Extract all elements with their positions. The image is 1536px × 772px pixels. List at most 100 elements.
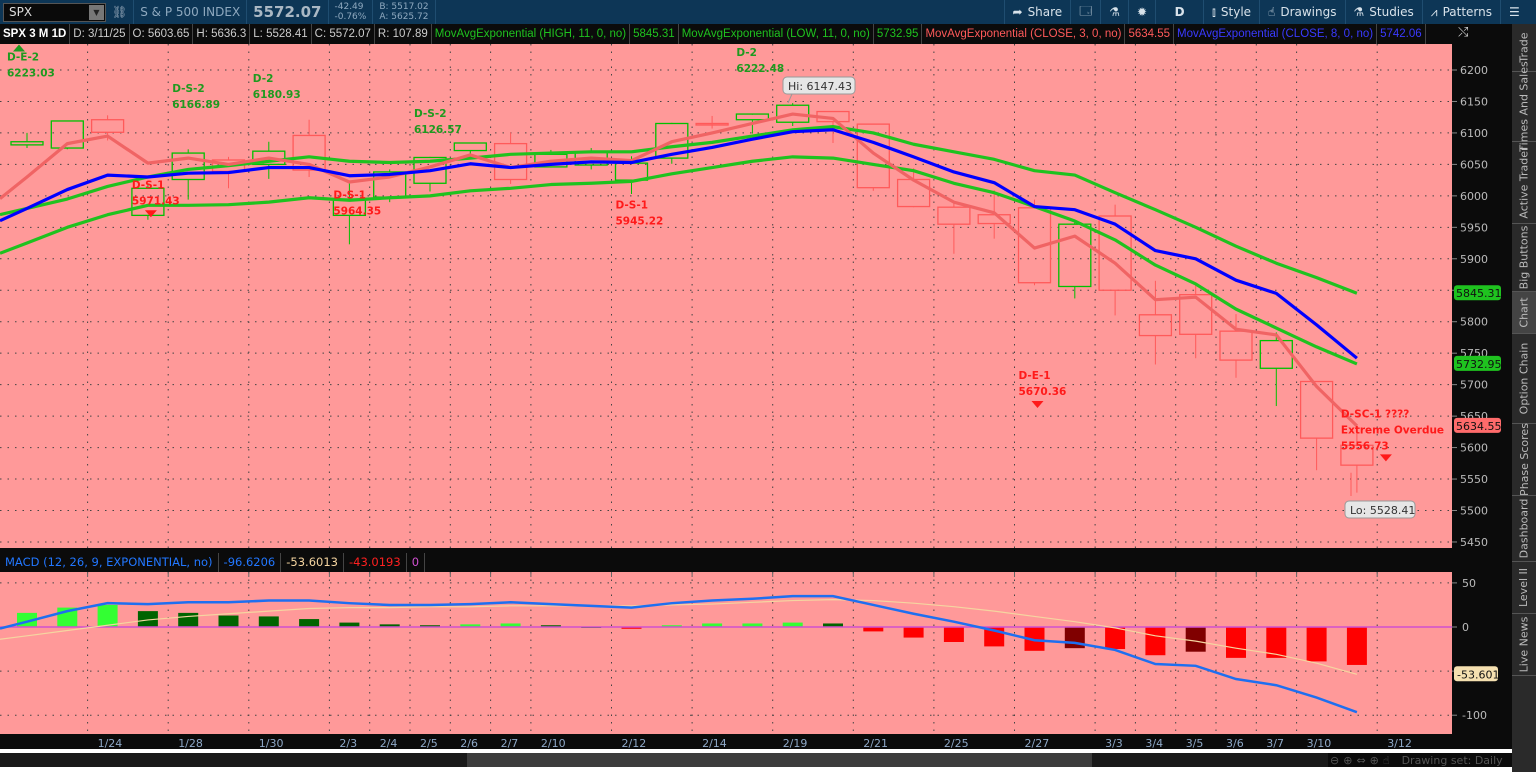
signal-label: 6166.89 [172, 99, 220, 111]
price-tick-label: 6050 [1460, 158, 1488, 171]
signal-label: Extreme Overdue [1341, 424, 1444, 436]
date-label: 2/6 [460, 737, 478, 749]
date-label: 2/19 [783, 737, 808, 749]
date-label: 2/14 [702, 737, 727, 749]
signal-label: D-S-1 [132, 179, 165, 191]
bar-low: L: 5528.41 [250, 24, 312, 44]
macd-study-label[interactable]: MACD (12, 26, 9, EXPONENTIAL, no) [0, 553, 219, 572]
price-badge-label: 5732.95 [1456, 358, 1502, 371]
sidebar-tab-level-ii[interactable]: Level II [1512, 562, 1536, 614]
signal-label: 5556.73 [1341, 440, 1389, 452]
sidebar-tab-times-and-sales[interactable]: Times And Sales [1512, 61, 1536, 152]
histogram-bar [258, 616, 279, 627]
signal-label: D-E-2 [7, 52, 39, 64]
pan-icon[interactable]: ⇔ [1356, 754, 1365, 767]
study-header: SPX 3 M 1D D: 3/11/25 O: 5603.65 H: 5636… [0, 24, 1452, 44]
timeframe-label: D [1174, 5, 1185, 19]
sidebar-tab-option-chain[interactable]: Option Chain [1512, 334, 1536, 424]
date-label: 3/12 [1387, 737, 1412, 749]
style-label: Style [1220, 5, 1252, 19]
macd-diff-value: -43.0193 [344, 553, 407, 572]
collapse-panel-icon[interactable]: ⤭ [1458, 25, 1468, 40]
link-icon[interactable]: ⛓ [112, 5, 127, 19]
histogram-bar [1145, 627, 1166, 656]
bar-close: C: 5572.07 [312, 24, 375, 44]
study-ema-high[interactable]: MovAvgExponential (HIGH, 11, 0, no) [432, 24, 631, 44]
study-ema3[interactable]: MovAvgExponential (CLOSE, 3, 0, no) [922, 24, 1126, 44]
sidebar-tab-live-news[interactable]: Live News [1512, 614, 1536, 676]
footer-strip [0, 767, 1512, 772]
sidebar-tab-label: Level II [1517, 567, 1531, 608]
percent-change: -0.76% [334, 12, 367, 22]
flask-button[interactable]: ⚗ [1100, 0, 1128, 24]
bar-date: D: 3/11/25 [70, 24, 130, 44]
chevron-down-icon[interactable]: ▼ [89, 4, 104, 20]
date-label: 1/30 [259, 737, 284, 749]
price-chart[interactable]: 6200615061006050600059505900585058005750… [0, 44, 1512, 550]
signal-label: 5945.22 [616, 215, 664, 227]
crosshair-icon[interactable]: ⊕ [1370, 754, 1379, 767]
share-button[interactable]: ➦ Share [1003, 0, 1071, 24]
sidebar-tab-phase-scores[interactable]: Phase Scores [1512, 423, 1536, 496]
histogram-bar [903, 627, 924, 638]
pointer-hand-icon[interactable]: ☝ [1383, 754, 1390, 767]
macd-value: -96.6206 [219, 553, 282, 572]
drawing-set-label[interactable]: Drawing set: Daily [1402, 754, 1503, 767]
price-tick-label: 6000 [1460, 190, 1488, 203]
style-button[interactable]: ⫾ Style [1203, 0, 1259, 24]
sidebar-tab-label: Live News [1517, 616, 1531, 673]
signal-label: D-E-1 [1019, 370, 1051, 382]
study-ema-low[interactable]: MovAvgExponential (LOW, 11, 0, no) [679, 24, 874, 44]
zoom-in-icon[interactable]: ⊕ [1343, 754, 1352, 767]
patterns-label: Patterns [1442, 5, 1492, 19]
patterns-button[interactable]: ⩘ Patterns [1421, 0, 1500, 24]
sidebar-tab-big-buttons[interactable]: Big Buttons [1512, 224, 1536, 292]
date-label: 3/3 [1105, 737, 1123, 749]
price-tick-label: 5500 [1460, 505, 1488, 518]
macd-zero-value: 0 [407, 553, 426, 572]
menu-button[interactable]: ☰ [1500, 0, 1536, 24]
bid-price: B: 5517.02 [379, 2, 429, 12]
settings-button[interactable]: ✹ [1127, 0, 1155, 24]
candle-icon: ⫾ [1212, 4, 1216, 19]
timeframe-button[interactable]: D [1155, 0, 1203, 24]
ask-price: A: 5625.72 [379, 12, 429, 22]
scrollbar-thumb[interactable] [467, 753, 1092, 767]
drawings-label: Drawings [1280, 5, 1337, 19]
study-ema8[interactable]: MovAvgExponential (CLOSE, 8, 0, no) [1174, 24, 1378, 44]
macd-avg-value: -53.6013 [281, 553, 344, 572]
zoom-out-icon[interactable]: ⊖ [1330, 754, 1339, 767]
sidebar-tab-label: Trade [1517, 32, 1531, 63]
histogram-bar [178, 612, 199, 627]
lo-label: Lo: 5528.41 [1350, 504, 1415, 517]
sidebar-tab-dashboard[interactable]: Dashboard [1512, 496, 1536, 562]
sidebar-tab-label: Dashboard [1517, 498, 1531, 559]
flask-icon: ⚗ [1353, 5, 1365, 19]
price-tick-label: 5550 [1460, 473, 1488, 486]
signal-badge-label: -53.601 [1457, 668, 1499, 681]
date-label: 2/5 [420, 737, 438, 749]
date-label: 3/5 [1186, 737, 1204, 749]
drawings-button[interactable]: ☝ Drawings [1259, 0, 1344, 24]
signal-label: D-SC-1 ???? [1341, 408, 1409, 420]
alert-button[interactable]: 🗔 [1070, 0, 1100, 24]
sidebar-tab-active-trader[interactable]: Active Trader [1512, 142, 1536, 224]
price-tick-label: 5800 [1460, 316, 1488, 329]
price-tick-label: 5950 [1460, 221, 1488, 234]
signal-label: 5971.43 [132, 195, 180, 207]
sidebar-tab-chart[interactable]: Chart [1512, 292, 1536, 334]
symbol-selector[interactable]: SPX ▼ [3, 2, 106, 22]
signal-label: 6180.93 [253, 89, 301, 101]
studies-button[interactable]: ⚗ Studies [1344, 0, 1422, 24]
date-label: 3/6 [1226, 737, 1244, 749]
histogram-bar [97, 604, 118, 627]
instrument-name: S & P 500 INDEX [140, 5, 241, 19]
signal-label: 6223.03 [7, 68, 55, 80]
chart-toolbar: SPX ▼ ⛓ S & P 500 INDEX 5572.07 -42.49 -0.… [0, 0, 1536, 24]
histogram-bar [1306, 627, 1327, 662]
sidebar-tab-label: Chart [1517, 297, 1531, 328]
signal-label: 5670.36 [1019, 386, 1067, 398]
date-label: 3/7 [1266, 737, 1284, 749]
macd-chart[interactable]: 500-50-1001/241/281/302/32/42/52/62/72/1… [0, 572, 1512, 749]
time-scrollbar[interactable] [0, 753, 1328, 767]
